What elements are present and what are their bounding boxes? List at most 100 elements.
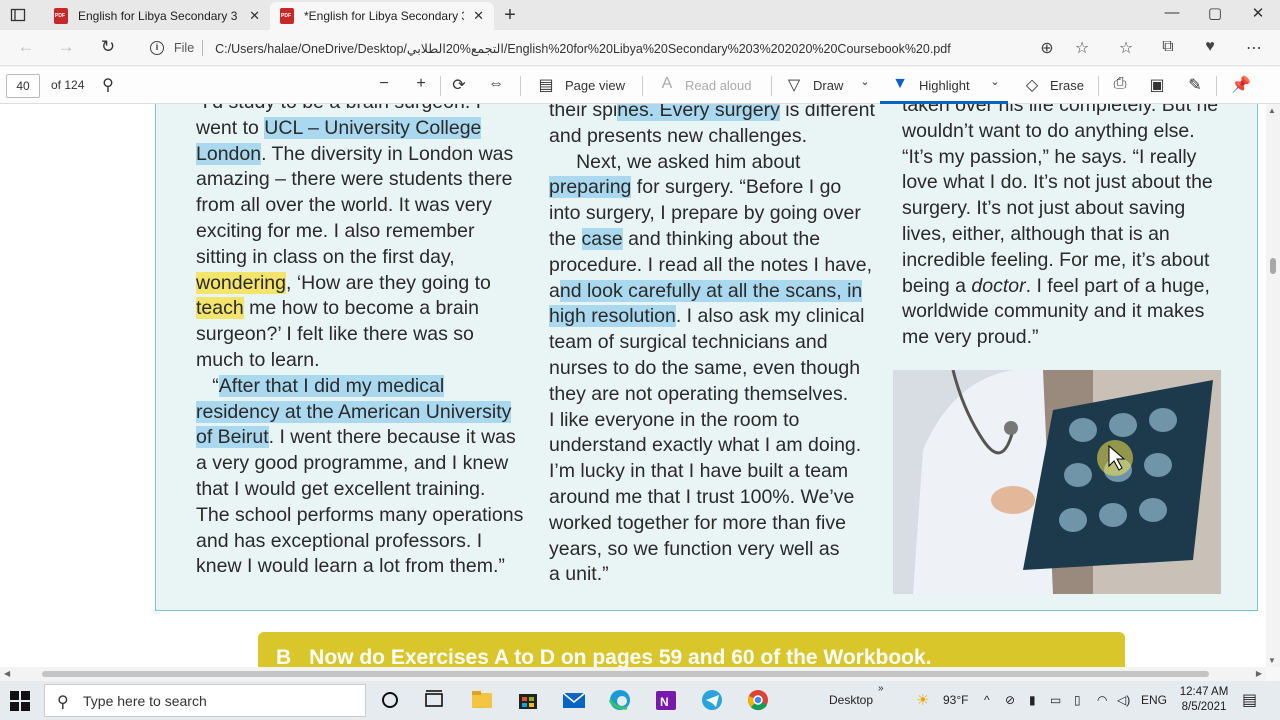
close-window-button[interactable]: ✕ (1248, 4, 1268, 22)
clock-time: 12:47 AM (1179, 686, 1229, 698)
profile-icon[interactable]: ♥ (1199, 38, 1221, 56)
scroll-left-arrow-icon[interactable]: ◀ (4, 669, 10, 678)
forward-button[interactable]: → (55, 37, 77, 57)
favorites-icon[interactable]: ☆ (1115, 38, 1137, 58)
highlight-button[interactable]: Highlight (919, 78, 970, 93)
settings-more-icon[interactable]: ⋯ (1243, 38, 1265, 58)
taskbar-search-box[interactable]: ⚲ Type here to search (44, 684, 366, 717)
collections-icon[interactable]: ⧉ (1157, 38, 1179, 56)
fit-to-page-icon[interactable]: ⇔ (486, 75, 506, 93)
toolbar-expand-icon[interactable]: » (878, 683, 884, 694)
clock-date: 8/5/2021 (1181, 701, 1227, 713)
meet-now-icon[interactable]: ▭ (1050, 693, 1061, 707)
text-line: a (549, 279, 560, 302)
pin-toolbar-icon[interactable]: 📌 (1231, 75, 1251, 95)
windows-start-icon[interactable] (10, 691, 30, 711)
erase-button[interactable]: Erase (1050, 78, 1084, 93)
text-line: around me that I trust 100%. We’ve (549, 485, 855, 508)
clock[interactable]: 12:47 AM 8/5/2021 (1176, 685, 1232, 715)
highlighted-text[interactable]: of Beirut (196, 426, 269, 449)
read-aloud-icon[interactable]: A (657, 75, 677, 93)
input-language[interactable]: ENG (1141, 693, 1167, 707)
highlighted-text[interactable]: nes. Every surgery (617, 104, 780, 121)
weather-icon[interactable]: ☀ (916, 691, 929, 709)
close-tab-icon[interactable]: ✕ (473, 8, 484, 24)
highlighted-text[interactable]: case (581, 227, 623, 250)
highlighted-text[interactable]: high resolution (549, 305, 676, 328)
text-line: the (549, 227, 582, 250)
rotate-icon[interactable]: ⟳ (449, 75, 469, 95)
read-aloud-button[interactable]: Read aloud (685, 78, 752, 93)
battery-icon[interactable]: ▯ (1074, 693, 1081, 707)
antivirus-icon[interactable]: ⊘ (1005, 693, 1015, 707)
desktop-toolbar-label[interactable]: Desktop (829, 693, 873, 707)
tab-actions-icon[interactable] (10, 7, 26, 23)
microsoft-store-icon[interactable] (509, 685, 547, 716)
highlighted-text[interactable]: preparing (549, 176, 632, 199)
highlighted-text[interactable]: wondering (196, 271, 286, 294)
notifications-icon[interactable]: ▤ (1242, 690, 1257, 710)
zoom-out-icon[interactable]: − (374, 75, 394, 93)
text-line: amazing – there were students there (196, 168, 513, 191)
cortana-icon[interactable] (371, 685, 409, 716)
zoom-in-icon[interactable]: + (411, 75, 431, 93)
draw-button[interactable]: Draw (813, 78, 843, 93)
scroll-up-arrow-icon[interactable]: ▲ (1268, 106, 1276, 115)
text-column-3[interactable]: taken over his life completely. But he w… (902, 104, 1218, 351)
wifi-icon[interactable]: ◠ (1097, 693, 1107, 707)
url-text[interactable]: C:/Users/halae/OneDrive/Desktop/التجمع%2… (215, 41, 985, 56)
vertical-scrollbar[interactable]: ▲ ▼ (1266, 104, 1280, 667)
url-field[interactable]: i File C:/Users/halae/OneDrive/Desktop/ا… (138, 34, 1070, 62)
close-tab-icon[interactable]: ✕ (249, 8, 260, 24)
scrollbar-thumb[interactable] (42, 671, 1209, 677)
file-explorer-icon[interactable] (463, 685, 501, 716)
save-as-icon[interactable]: ✎ (1185, 75, 1205, 95)
show-hidden-icons-icon[interactable]: ^ (984, 693, 990, 707)
google-chrome-icon[interactable] (739, 685, 777, 716)
mail-icon[interactable] (555, 685, 593, 716)
maximize-button[interactable]: ▢ (1205, 4, 1225, 22)
new-tab-button[interactable]: + (500, 4, 520, 27)
draw-options-chevron-icon[interactable]: ⌄ (855, 75, 875, 88)
horizontal-scrollbar[interactable]: ◀ ▶ (0, 667, 1266, 681)
add-favorite-icon[interactable]: ☆ (1071, 38, 1093, 58)
eraser-icon[interactable]: ◇ (1022, 75, 1042, 95)
tab-pdf-2[interactable]: *English for Libya Secondary 3 2020 Cour… (270, 2, 494, 30)
minimize-button[interactable]: — (1162, 4, 1182, 21)
highlighted-text[interactable]: After that I did my medical (218, 374, 445, 397)
highlight-options-chevron-icon[interactable]: ⌄ (985, 75, 1005, 88)
refresh-button[interactable]: ↻ (97, 37, 119, 57)
print-icon[interactable]: ⎙ (1110, 75, 1130, 93)
microsoft-edge-icon[interactable] (601, 685, 639, 716)
task-view-icon[interactable] (415, 685, 453, 716)
find-icon[interactable]: ⚲ (98, 75, 118, 95)
back-button[interactable]: ← (15, 37, 37, 57)
volume-icon[interactable]: ◁) (1117, 693, 1130, 707)
highlighted-text[interactable]: London (196, 142, 262, 165)
draw-icon[interactable]: ▽ (784, 75, 804, 95)
scroll-down-arrow-icon[interactable]: ▼ (1268, 656, 1276, 665)
pdf-viewport[interactable]: “I’d study to be a brain surgeon. I went… (0, 104, 1266, 667)
highlighted-text[interactable]: nd look carefully at all the scans, in (559, 279, 863, 302)
text-column-1[interactable]: “I’d study to be a brain surgeon. I went… (196, 104, 523, 580)
highlighted-text[interactable]: teach (196, 297, 244, 320)
highlighted-text[interactable]: UCL – University College (264, 116, 482, 139)
telegram-icon[interactable] (693, 685, 731, 716)
zoom-icon[interactable]: ⊕ (1036, 38, 1058, 58)
text-line: that I would get excellent training. (196, 477, 486, 500)
page-view-button[interactable]: Page view (565, 78, 625, 93)
scroll-right-arrow-icon[interactable]: ▶ (1256, 669, 1262, 678)
highlighter-icon[interactable]: ▼ (890, 75, 910, 93)
onenote-icon[interactable]: N (647, 685, 685, 716)
text-column-2[interactable]: their spines. Every surgery is different… (549, 104, 875, 588)
svg-text:N: N (660, 695, 669, 709)
info-icon[interactable]: i (150, 41, 164, 55)
highlighted-text[interactable]: residency at the American University (196, 400, 512, 423)
weather-temperature[interactable]: 93°F (943, 693, 968, 707)
page-view-icon[interactable]: ▤ (536, 75, 556, 95)
scrollbar-thumb[interactable] (1270, 258, 1276, 274)
tab-pdf-1[interactable]: English for Libya Secondary 3 2020 Cours… (44, 2, 270, 30)
save-icon[interactable]: ▣ (1147, 75, 1167, 95)
page-number-input[interactable]: 40 (6, 74, 40, 98)
microphone-icon[interactable]: ▮ (1029, 693, 1036, 707)
